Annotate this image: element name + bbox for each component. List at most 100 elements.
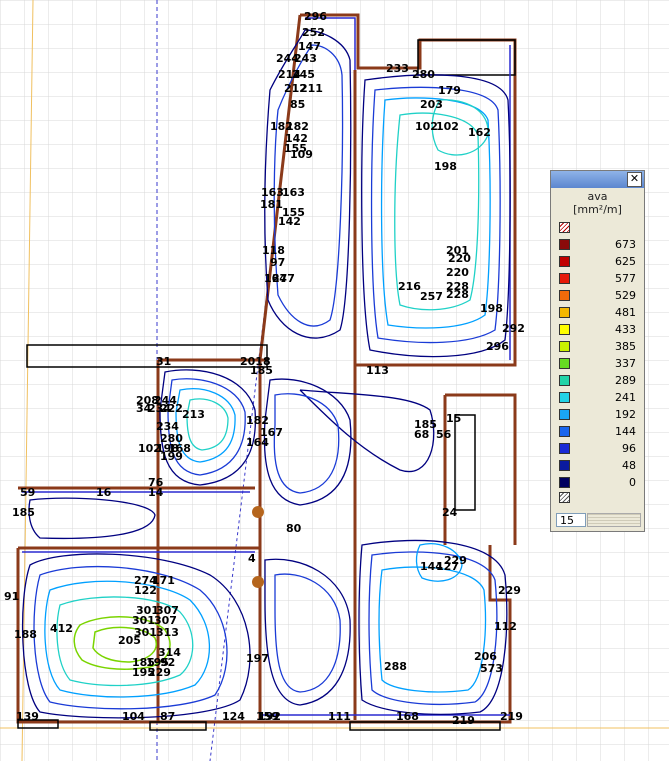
value-label: 222 (160, 402, 183, 415)
legend-swatch (559, 426, 570, 437)
legend-swatch (559, 307, 570, 318)
legend-item: 481 (556, 306, 642, 319)
legend-swatch (559, 375, 570, 386)
legend-swatch (559, 409, 570, 420)
legend-item: 625 (556, 255, 642, 268)
legend-panel[interactable]: ✕ ava [mm²/m] 673 625 577 529 481 433 385 337 28… (550, 170, 645, 532)
value-label: 14 (148, 486, 164, 499)
value-label: 229 (498, 584, 521, 597)
legend-value: 577 (615, 272, 636, 285)
legend-item: 673 (556, 238, 642, 251)
value-label: 4 (248, 552, 256, 565)
value-label: 168 (396, 710, 419, 723)
value-label: 203 (420, 98, 443, 111)
hatch-swatch-icon (559, 222, 570, 233)
legend-swatch (559, 239, 570, 250)
value-label: 197 (246, 652, 269, 665)
value-label: 139 (16, 710, 39, 723)
value-label: 296 (304, 10, 327, 23)
value-label: 573 (480, 662, 503, 675)
value-label: 124 (222, 710, 245, 723)
close-icon[interactable]: ✕ (627, 172, 642, 187)
legend-item: 385 (556, 340, 642, 353)
value-label: 87 (160, 710, 175, 723)
value-label: 292 (502, 322, 525, 335)
value-label: 80 (286, 522, 302, 535)
legend-hatch-bottom (556, 491, 642, 504)
value-label: 277 (272, 272, 295, 285)
value-label: 314 (158, 646, 181, 659)
legend-titlebar[interactable]: ✕ (551, 171, 644, 188)
legend-hatch-top (556, 221, 642, 234)
legend-item: 192 (556, 408, 642, 421)
legend-item: 241 (556, 391, 642, 404)
value-label: 16 (96, 486, 112, 499)
value-label: 199 (160, 450, 183, 463)
value-label: 127 (436, 560, 459, 573)
value-label: 233 (386, 62, 409, 75)
legend-swatch (559, 273, 570, 284)
value-label: 109 (290, 148, 313, 161)
value-label: 228 (446, 288, 469, 301)
legend-item: 433 (556, 323, 642, 336)
value-label: 185 (250, 364, 273, 377)
value-label: 142 (278, 215, 301, 228)
legend-title: ava (587, 190, 608, 203)
legend-value: 96 (622, 442, 636, 455)
value-label: 205 (118, 634, 141, 647)
value-label: 112 (494, 620, 517, 633)
value-label: 216 (398, 280, 421, 293)
legend-swatch (559, 392, 570, 403)
value-label: 31 (156, 355, 171, 368)
value-label: 24 (442, 506, 458, 519)
legend-item: 0 (556, 476, 642, 489)
value-label: 179 (438, 84, 461, 97)
value-label: 245 (292, 68, 315, 81)
value-label: 288 (384, 660, 407, 673)
value-label: 68 (414, 428, 429, 441)
legend-item: 529 (556, 289, 642, 302)
legend-swatch (559, 443, 570, 454)
legend-unit: [mm²/m] (573, 203, 622, 216)
value-label: 192 (258, 710, 281, 723)
legend-swatch (559, 358, 570, 369)
value-label: 219 (452, 714, 475, 727)
hatch-swatch-icon (559, 492, 570, 503)
value-label: 229 (148, 666, 171, 679)
value-label: 220 (446, 266, 469, 279)
value-label: 213 (182, 408, 205, 421)
legend-swatch (559, 324, 570, 335)
legend-swatch (559, 341, 570, 352)
legend-value: 673 (615, 238, 636, 251)
value-label: 85 (290, 98, 305, 111)
value-label: 163 (282, 186, 305, 199)
value-label: 162 (468, 126, 491, 139)
legend-value: 0 (629, 476, 636, 489)
value-label: 97 (270, 256, 285, 269)
legend-swatch (559, 460, 570, 471)
value-label: 252 (302, 26, 325, 39)
step-spinner[interactable] (587, 513, 641, 527)
value-label: 198 (434, 160, 457, 173)
legend-item: 48 (556, 459, 642, 472)
legend-unit-label: ava [mm²/m] (551, 190, 644, 216)
legend-item: 337 (556, 357, 642, 370)
value-label: 102 (436, 120, 459, 133)
value-label: 296 (486, 340, 509, 353)
legend-item: 96 (556, 442, 642, 455)
legend-swatch (559, 256, 570, 267)
value-label: 15 (446, 412, 461, 425)
value-label: 412 (50, 622, 73, 635)
value-label: 181 (260, 198, 283, 211)
value-label: 102 (415, 120, 438, 133)
legend-value: 481 (615, 306, 636, 319)
legend-value: 192 (615, 408, 636, 421)
legend-value: 433 (615, 323, 636, 336)
value-label: 280 (412, 68, 435, 81)
value-label: 56 (436, 428, 452, 441)
value-label: 188 (14, 628, 37, 641)
step-input[interactable]: 15 (556, 513, 586, 527)
legend-swatch (559, 477, 570, 488)
value-label: 164 (246, 436, 269, 449)
legend-item: 289 (556, 374, 642, 387)
